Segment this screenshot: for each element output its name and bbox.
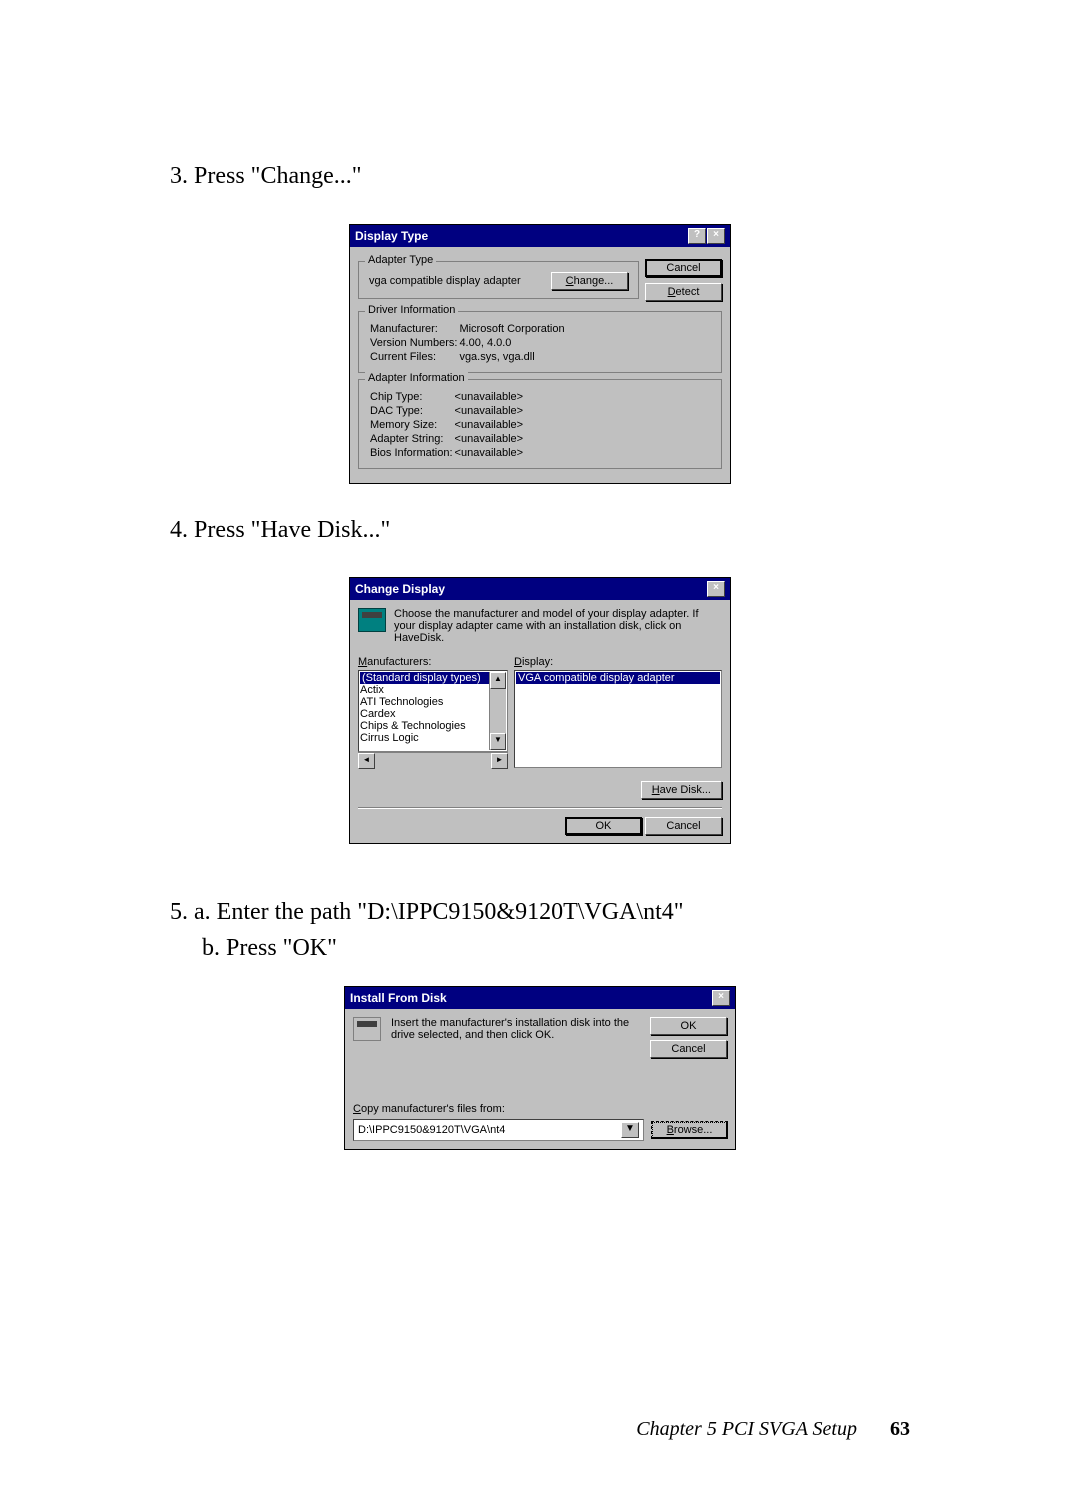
- scroll-up-icon[interactable]: ▲: [490, 672, 506, 689]
- monitor-icon: [358, 608, 386, 632]
- close-icon[interactable]: ×: [707, 581, 725, 597]
- close-icon[interactable]: ×: [707, 228, 725, 244]
- scrollbar[interactable]: ▲ ▼: [489, 672, 506, 750]
- cancel-button[interactable]: Cancel: [645, 259, 722, 277]
- scroll-down-icon[interactable]: ▼: [490, 733, 506, 750]
- driver-value: vga.sys, vga.dll: [458, 350, 565, 364]
- adapter-type-legend: Adapter Type: [365, 254, 436, 266]
- dialog-title: Display Type: [355, 229, 428, 243]
- adapter-label: Bios Information:: [369, 446, 454, 460]
- copy-from-label: Copy manufacturer's files from:: [353, 1103, 727, 1115]
- adapter-value: <unavailable>: [454, 390, 525, 404]
- scroll-left-icon[interactable]: ◄: [358, 753, 375, 769]
- ok-button[interactable]: OK: [565, 817, 642, 835]
- display-type-dialog: Display Type ? × Adapter Type vga compat…: [349, 224, 731, 484]
- list-item[interactable]: ATI Technologies: [360, 696, 489, 708]
- display-list[interactable]: VGA compatible display adapter: [514, 670, 722, 768]
- path-input[interactable]: D:\IPPC9150&9120T\VGA\nt4 ▼: [353, 1119, 644, 1141]
- browse-button[interactable]: Browse...: [652, 1122, 727, 1138]
- adapter-value: <unavailable>: [454, 446, 525, 460]
- disk-icon: [353, 1017, 381, 1041]
- adapter-info-legend: Adapter Information: [365, 372, 468, 384]
- help-icon[interactable]: ?: [688, 228, 706, 244]
- cancel-button[interactable]: Cancel: [650, 1040, 727, 1058]
- list-item[interactable]: Chips & Technologies: [360, 720, 489, 732]
- adapter-type-value: vga compatible display adapter: [369, 275, 541, 287]
- separator: [358, 807, 722, 809]
- close-icon[interactable]: ×: [712, 990, 730, 1006]
- list-item[interactable]: (Standard display types): [360, 672, 489, 684]
- install-desc: Insert the manufacturer's installation d…: [391, 1017, 640, 1058]
- cancel-button[interactable]: Cancel: [645, 817, 722, 835]
- list-item[interactable]: Actix: [360, 684, 489, 696]
- ok-button[interactable]: OK: [650, 1017, 727, 1035]
- driver-value: 4.00, 4.0.0: [458, 336, 565, 350]
- adapter-label: Chip Type:: [369, 390, 454, 404]
- manufacturers-list[interactable]: (Standard display types) Actix ATI Techn…: [360, 672, 489, 750]
- adapter-label: Adapter String:: [369, 432, 454, 446]
- chapter-label: Chapter 5 PCI SVGA Setup: [636, 1418, 857, 1440]
- page-number: 63: [890, 1418, 910, 1440]
- hscrollbar[interactable]: ◄ ►: [358, 752, 508, 769]
- driver-info-legend: Driver Information: [365, 304, 458, 316]
- driver-label: Version Numbers:: [369, 336, 458, 350]
- scroll-right-icon[interactable]: ►: [491, 753, 508, 769]
- step-5-text: 5. a. Enter the path "D:\IPPC9150&9120T\…: [170, 894, 910, 966]
- dialog-title: Install From Disk: [350, 991, 447, 1005]
- step-4-text: 4. Press "Have Disk...": [170, 514, 910, 548]
- page-footer: Chapter 5 PCI SVGA Setup 63: [0, 1418, 1080, 1441]
- list-item[interactable]: VGA compatible display adapter: [516, 672, 720, 684]
- driver-value: Microsoft Corporation: [458, 322, 565, 336]
- install-from-disk-dialog: Install From Disk × Insert the manufactu…: [344, 986, 736, 1150]
- list-item[interactable]: Cardex: [360, 708, 489, 720]
- driver-label: Current Files:: [369, 350, 458, 364]
- list-item[interactable]: Cirrus Logic: [360, 732, 489, 744]
- dialog-title: Change Display: [355, 582, 445, 596]
- adapter-value: <unavailable>: [454, 404, 525, 418]
- change-display-desc: Choose the manufacturer and model of you…: [394, 608, 722, 644]
- driver-label: Manufacturer:: [369, 322, 458, 336]
- have-disk-button[interactable]: Have Disk...: [641, 781, 722, 799]
- adapter-value: <unavailable>: [454, 432, 525, 446]
- adapter-label: DAC Type:: [369, 404, 454, 418]
- dropdown-icon[interactable]: ▼: [621, 1122, 639, 1138]
- change-display-dialog: Change Display × Choose the manufacturer…: [349, 577, 731, 844]
- adapter-label: Memory Size:: [369, 418, 454, 432]
- change-button[interactable]: Change...: [551, 272, 628, 290]
- step-3-text: 3. Press "Change...": [170, 160, 910, 194]
- detect-button[interactable]: Detect: [645, 283, 722, 301]
- adapter-value: <unavailable>: [454, 418, 525, 432]
